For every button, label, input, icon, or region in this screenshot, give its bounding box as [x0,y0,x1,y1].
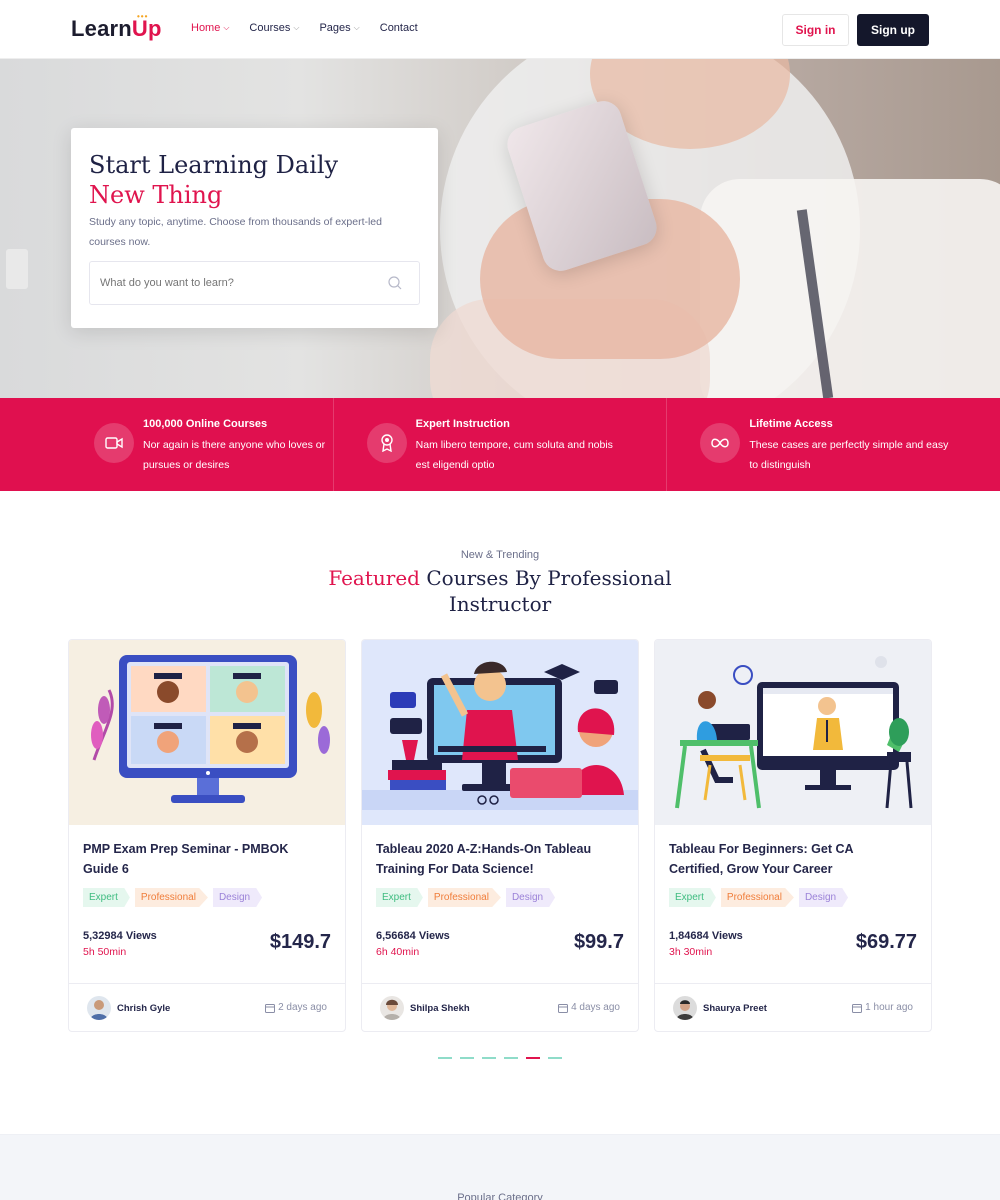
course-views: 6,56684 Views [376,930,450,942]
calendar-icon [265,1003,276,1013]
feature-item: Expert Instruction Nam libero tempore, c… [334,398,668,491]
course-duration: 5h 50min [83,946,127,958]
tag-expert[interactable]: Expert [669,888,716,907]
course-thumbnail[interactable] [655,640,931,825]
infinity-icon [700,423,741,463]
logo-text: Learn [71,16,132,41]
logo[interactable]: LearnUp ••• [71,12,162,42]
course-tags: Expert Professional Design [669,888,849,907]
online-class-illustration [675,656,913,809]
feature-title: 100,000 Online Courses [143,418,268,430]
card-divider [362,983,638,984]
hero-description: Study any topic, anytime. Choose from th… [89,216,382,248]
posted-time: 1 hour ago [852,1002,913,1013]
tag-professional[interactable]: Professional [427,888,501,907]
signin-button[interactable]: Sign in [782,14,849,46]
course-title[interactable]: PMP Exam Prep Seminar - PMBOK Guide 6 [83,839,323,879]
feature-item: 100,000 Online Courses Nor again is ther… [0,398,334,491]
graduates-video-call-illustration [91,655,330,803]
section-kicker: New & Trending [460,549,540,561]
tag-professional[interactable]: Professional [134,888,208,907]
tag-design[interactable]: Design [212,888,263,907]
online-tutor-illustration [362,661,638,810]
nav-item-pages[interactable]: Pages ⌵ [319,22,359,34]
tag-professional[interactable]: Professional [720,888,794,907]
feature-text: Nam libero tempore, cum soluta and nobis… [415,439,613,471]
hero-title-accent: New Thing [89,181,223,209]
course-views: 5,32984 Views [83,930,157,942]
card-divider [69,983,345,984]
signup-button[interactable]: Sign up [857,14,929,46]
course-thumbnail[interactable] [362,640,638,825]
course-title[interactable]: Tableau For Beginners: Get CA Certified,… [669,839,909,879]
search-input[interactable] [90,262,370,304]
course-views: 1,84684 Views [669,930,743,942]
feature-text: Nor again is there anyone who loves or p… [143,439,326,471]
avatar[interactable] [87,996,111,1020]
popular-category-section: Popular Category [0,1134,1000,1200]
course-title[interactable]: Tableau 2020 A-Z:Hands-On Tableau Traini… [376,839,616,879]
search-icon[interactable] [387,275,403,291]
feature-text: These cases are perfectly simple and eas… [749,439,949,471]
calendar-icon [852,1003,863,1013]
carousel-pagination [438,1057,562,1059]
hero-image-detail [700,179,1000,398]
course-duration: 6h 40min [376,946,420,958]
course-price: $99.7 [573,931,624,953]
author-name[interactable]: Shaurya Preet [703,1003,767,1014]
course-card[interactable]: Tableau For Beginners: Get CA Certified,… [654,639,932,1032]
avatar[interactable] [380,996,404,1020]
course-carousel: PMP Exam Prep Seminar - PMBOK Guide 6 Ex… [68,639,932,1033]
chevron-down-icon: ⌵ [353,23,360,32]
carousel-dot-active[interactable] [526,1057,540,1059]
course-duration: 3h 30min [669,946,713,958]
avatar[interactable] [673,996,697,1020]
course-tags: Expert Professional Design [376,888,556,907]
video-camera-icon [94,423,134,463]
course-price: $69.77 [855,931,917,953]
posted-time: 2 days ago [265,1002,327,1013]
tag-expert[interactable]: Expert [83,888,130,907]
section-title-accent: Featured [328,566,420,590]
carousel-dot[interactable] [504,1057,518,1059]
card-divider [655,983,931,984]
feature-title: Lifetime Access [749,418,833,430]
course-thumbnail[interactable] [69,640,345,825]
course-price: $149.7 [269,931,331,953]
award-badge-icon [366,423,407,463]
features-band: 100,000 Online Courses Nor again is ther… [0,398,1000,491]
tag-design[interactable]: Design [505,888,556,907]
author-name[interactable]: Shilpa Shekh [410,1003,470,1014]
nav-item-courses[interactable]: Courses ⌵ [249,22,299,34]
course-card[interactable]: Tableau 2020 A-Z:Hands-On Tableau Traini… [361,639,639,1032]
section-title: Featured Courses By Professional Instruc… [328,566,672,616]
main-nav: Home ⌵ Courses ⌵ Pages ⌵ Contact [191,22,418,34]
calendar-icon [558,1003,569,1013]
hero-title: Start Learning Daily New Thing [89,150,420,210]
feature-item: Lifetime Access These cases are perfectl… [667,398,1000,491]
carousel-dot[interactable] [548,1057,562,1059]
section-kicker: Popular Category [457,1192,543,1200]
feature-title: Expert Instruction [415,418,510,430]
course-tags: Expert Professional Design [83,888,263,907]
site-header: LearnUp ••• Home ⌵ Courses ⌵ Pages ⌵ Contac… [0,0,1000,59]
posted-time: 4 days ago [558,1002,620,1013]
nav-item-contact[interactable]: Contact [380,22,418,34]
hero-image-detail [6,249,28,289]
chevron-down-icon: ⌵ [223,23,230,32]
chevron-down-icon: ⌵ [293,23,300,32]
logo-dots-icon: ••• [137,12,149,21]
course-card[interactable]: PMP Exam Prep Seminar - PMBOK Guide 6 Ex… [68,639,346,1032]
tag-expert[interactable]: Expert [376,888,423,907]
hero-card: Start Learning Daily New Thing Study any… [71,128,438,328]
search-box[interactable] [89,261,420,305]
carousel-dot[interactable] [438,1057,452,1059]
author-name[interactable]: Chrish Gyle [117,1003,170,1014]
tag-design[interactable]: Design [798,888,849,907]
nav-item-home[interactable]: Home ⌵ [191,22,229,34]
carousel-dot[interactable] [482,1057,496,1059]
carousel-dot[interactable] [460,1057,474,1059]
